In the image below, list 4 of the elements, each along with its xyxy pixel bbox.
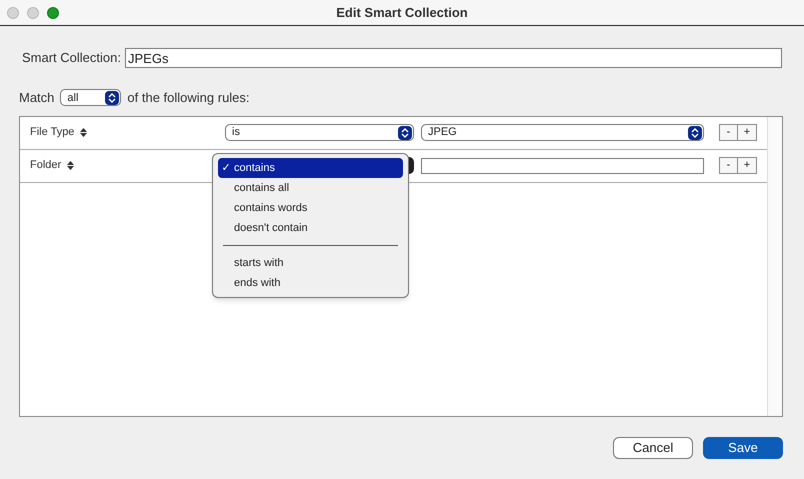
name-label: Smart Collection: [22, 49, 121, 68]
match-label: Match [19, 89, 54, 107]
match-suffix: of the following rules: [127, 89, 250, 107]
window-title: Edit Smart Collection [336, 4, 468, 22]
